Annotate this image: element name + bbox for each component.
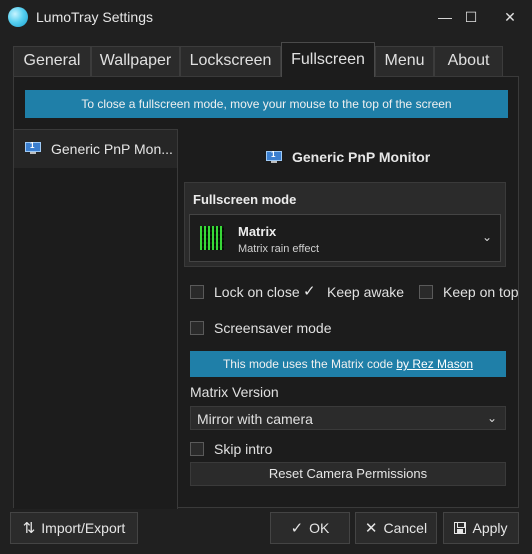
- matrix-version-select[interactable]: Mirror with camera ⌄: [190, 406, 506, 430]
- monitor-settings-panel: 1 Generic PnP Monitor Fullscreen mode Ma…: [179, 129, 519, 509]
- monitor-icon: 1: [25, 141, 41, 155]
- rez-mason-link[interactable]: by Rez Mason: [396, 357, 473, 371]
- tab-about[interactable]: About: [434, 46, 503, 76]
- reset-camera-permissions-button[interactable]: Reset Camera Permissions: [190, 462, 506, 486]
- import-export-button[interactable]: ⇅ Import/Export: [10, 512, 138, 544]
- mode-name: Matrix: [238, 224, 277, 239]
- window-title: LumoTray Settings: [36, 9, 153, 25]
- screensaver-mode-checkbox[interactable]: Screensaver mode: [190, 319, 332, 337]
- maximize-icon[interactable]: ☐: [460, 6, 482, 28]
- title-bar: LumoTray Settings — ☐ ✕: [0, 0, 532, 34]
- monitor-icon: 1: [266, 150, 282, 164]
- checkbox-box: [190, 285, 204, 299]
- selected-monitor-name: Generic PnP Monitor: [292, 149, 431, 165]
- chevron-down-icon: ⌄: [481, 230, 492, 244]
- matrix-credit-bar: This mode uses the Matrix code by Rez Ma…: [190, 351, 506, 377]
- app-logo-icon: [8, 7, 28, 27]
- checkmark-icon: [303, 282, 317, 300]
- tab-lockscreen[interactable]: Lockscreen: [180, 46, 281, 76]
- cancel-button[interactable]: ✕ Cancel: [355, 512, 437, 544]
- apply-button[interactable]: Apply: [443, 512, 519, 544]
- skip-intro-checkbox[interactable]: Skip intro: [190, 440, 272, 458]
- mode-description: Matrix rain effect: [238, 243, 320, 255]
- monitor-list: 1 Generic PnP Mon...: [14, 129, 178, 509]
- monitor-list-item[interactable]: 1 Generic PnP Mon...: [14, 130, 177, 168]
- tab-menu[interactable]: Menu: [375, 46, 434, 76]
- close-icon: ✕: [364, 520, 378, 537]
- keep-on-top-checkbox[interactable]: Keep on top: [419, 283, 519, 301]
- swap-arrows-icon: ⇅: [22, 520, 36, 537]
- matrix-version-label: Matrix Version: [190, 384, 279, 400]
- checkmark-icon: ✓: [290, 520, 304, 537]
- tab-general[interactable]: General: [13, 46, 91, 76]
- chevron-down-icon: ⌄: [486, 411, 497, 425]
- checkbox-box: [190, 321, 204, 335]
- checkbox-box: [190, 442, 204, 456]
- ok-button[interactable]: ✓ OK: [270, 512, 350, 544]
- monitor-list-item-label: Generic PnP Mon...: [51, 141, 173, 157]
- tab-fullscreen[interactable]: Fullscreen: [281, 42, 375, 77]
- lock-on-close-checkbox[interactable]: Lock on close: [190, 283, 300, 301]
- fullscreen-tab-content: To close a fullscreen mode, move your mo…: [13, 76, 519, 509]
- close-icon[interactable]: ✕: [499, 6, 521, 28]
- checkbox-box: [419, 285, 433, 299]
- minimize-icon[interactable]: —: [434, 6, 456, 28]
- fullscreen-mode-section: Fullscreen mode Matrix Matrix rain effec…: [184, 182, 506, 267]
- fullscreen-mode-dropdown[interactable]: Matrix Matrix rain effect ⌄: [189, 214, 501, 262]
- tab-wallpaper[interactable]: Wallpaper: [91, 46, 180, 76]
- keep-awake-checkbox[interactable]: Keep awake: [303, 282, 404, 301]
- matrix-thumbnail-icon: [200, 226, 224, 250]
- save-icon: [454, 522, 467, 534]
- fullscreen-mode-title: Fullscreen mode: [193, 192, 297, 207]
- close-hint-banner: To close a fullscreen mode, move your mo…: [25, 90, 508, 118]
